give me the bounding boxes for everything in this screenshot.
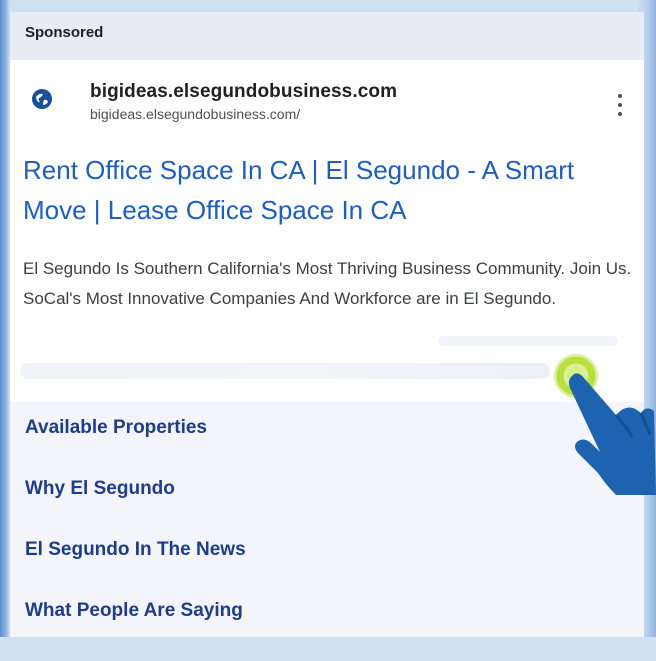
sponsored-search-ad-card: Sponsored bigideas.elsegundobusiness.com… (10, 12, 644, 637)
display-url[interactable]: bigideas.elsegundobusiness.com/ (90, 106, 300, 122)
more-vertical-icon[interactable] (614, 94, 626, 116)
sitelinks-list: Available Properties Why El Segundo El S… (25, 417, 246, 661)
more-dot (618, 103, 622, 107)
sitelink-why-el-segundo[interactable]: Why El Segundo (25, 478, 246, 539)
globe-icon (30, 87, 54, 111)
pointing-hand-icon (538, 345, 656, 495)
ad-description: El Segundo Is Southern California's Most… (23, 259, 632, 308)
more-dot (618, 112, 622, 116)
blurred-text (20, 363, 550, 379)
left-frame-edge (0, 0, 10, 637)
ad-headline-link[interactable]: Rent Office Space In CA | El Segundo - A… (23, 150, 633, 230)
sitelink-available-properties[interactable]: Available Properties (25, 417, 246, 478)
sitelink-el-segundo-in-the-news[interactable]: El Segundo In The News (25, 539, 246, 600)
more-dot (618, 94, 622, 98)
sponsored-label: Sponsored (25, 24, 104, 41)
sitelink-what-people-are-saying[interactable]: What People Are Saying (25, 600, 246, 661)
advertiser-domain[interactable]: bigideas.elsegundobusiness.com (90, 81, 397, 103)
ad-header: Sponsored (10, 12, 644, 60)
